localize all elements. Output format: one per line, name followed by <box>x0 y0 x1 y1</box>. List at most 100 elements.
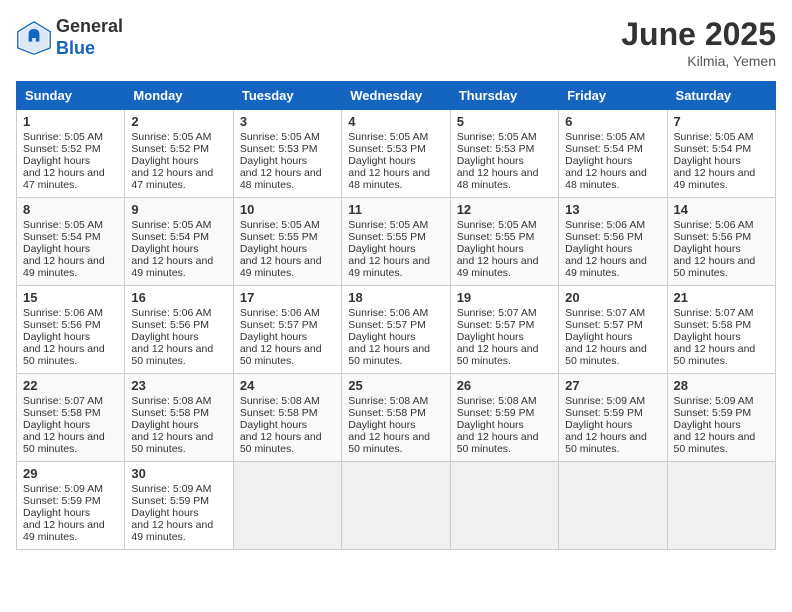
sunrise-text: Sunrise: 5:05 AM <box>240 219 320 231</box>
sunset-text: Sunset: 5:58 PM <box>674 319 752 331</box>
daylight-label: Daylight hours <box>131 507 198 519</box>
table-row: 20 Sunrise: 5:07 AM Sunset: 5:57 PM Dayl… <box>559 286 667 374</box>
day-number: 1 <box>23 114 118 129</box>
sunrise-text: Sunrise: 5:06 AM <box>348 307 428 319</box>
sunset-text: Sunset: 5:52 PM <box>131 143 209 155</box>
daylight-label: Daylight hours <box>348 243 415 255</box>
daylight-duration: and 12 hours and 50 minutes. <box>674 255 756 279</box>
calendar-week-row: 1 Sunrise: 5:05 AM Sunset: 5:52 PM Dayli… <box>17 110 776 198</box>
daylight-duration: and 12 hours and 49 minutes. <box>240 255 322 279</box>
sunrise-text: Sunrise: 5:06 AM <box>23 307 103 319</box>
daylight-duration: and 12 hours and 50 minutes. <box>131 431 213 455</box>
col-sunday: Sunday <box>17 82 125 110</box>
day-number: 15 <box>23 290 118 305</box>
sunset-text: Sunset: 5:56 PM <box>565 231 643 243</box>
table-row: 24 Sunrise: 5:08 AM Sunset: 5:58 PM Dayl… <box>233 374 341 462</box>
daylight-label: Daylight hours <box>674 155 741 167</box>
daylight-duration: and 12 hours and 48 minutes. <box>348 167 430 191</box>
table-row: 15 Sunrise: 5:06 AM Sunset: 5:56 PM Dayl… <box>17 286 125 374</box>
table-row: 12 Sunrise: 5:05 AM Sunset: 5:55 PM Dayl… <box>450 198 558 286</box>
month-year-title: June 2025 <box>621 16 776 53</box>
sunset-text: Sunset: 5:59 PM <box>23 495 101 507</box>
daylight-duration: and 12 hours and 48 minutes. <box>565 167 647 191</box>
table-row: 29 Sunrise: 5:09 AM Sunset: 5:59 PM Dayl… <box>17 462 125 550</box>
table-row: 30 Sunrise: 5:09 AM Sunset: 5:59 PM Dayl… <box>125 462 233 550</box>
daylight-duration: and 12 hours and 50 minutes. <box>348 431 430 455</box>
daylight-label: Daylight hours <box>348 331 415 343</box>
daylight-duration: and 12 hours and 50 minutes. <box>131 343 213 367</box>
daylight-duration: and 12 hours and 50 minutes. <box>565 343 647 367</box>
daylight-label: Daylight hours <box>457 331 524 343</box>
daylight-duration: and 12 hours and 49 minutes. <box>457 255 539 279</box>
logo: General Blue <box>16 16 123 59</box>
sunset-text: Sunset: 5:56 PM <box>674 231 752 243</box>
table-row <box>667 462 775 550</box>
sunrise-text: Sunrise: 5:08 AM <box>131 395 211 407</box>
sunset-text: Sunset: 5:55 PM <box>240 231 318 243</box>
col-wednesday: Wednesday <box>342 82 450 110</box>
daylight-label: Daylight hours <box>674 243 741 255</box>
sunrise-text: Sunrise: 5:05 AM <box>23 219 103 231</box>
sunset-text: Sunset: 5:58 PM <box>131 407 209 419</box>
daylight-label: Daylight hours <box>131 155 198 167</box>
daylight-duration: and 12 hours and 50 minutes. <box>565 431 647 455</box>
table-row: 21 Sunrise: 5:07 AM Sunset: 5:58 PM Dayl… <box>667 286 775 374</box>
day-number: 12 <box>457 202 552 217</box>
logo-blue-text: Blue <box>56 38 95 58</box>
day-number: 16 <box>131 290 226 305</box>
sunrise-text: Sunrise: 5:09 AM <box>131 483 211 495</box>
sunset-text: Sunset: 5:54 PM <box>674 143 752 155</box>
table-row: 13 Sunrise: 5:06 AM Sunset: 5:56 PM Dayl… <box>559 198 667 286</box>
daylight-label: Daylight hours <box>674 331 741 343</box>
sunrise-text: Sunrise: 5:06 AM <box>240 307 320 319</box>
daylight-label: Daylight hours <box>23 507 90 519</box>
day-number: 25 <box>348 378 443 393</box>
table-row: 23 Sunrise: 5:08 AM Sunset: 5:58 PM Dayl… <box>125 374 233 462</box>
table-row: 22 Sunrise: 5:07 AM Sunset: 5:58 PM Dayl… <box>17 374 125 462</box>
daylight-duration: and 12 hours and 50 minutes. <box>240 431 322 455</box>
sunrise-text: Sunrise: 5:05 AM <box>348 131 428 143</box>
daylight-duration: and 12 hours and 50 minutes. <box>23 343 105 367</box>
table-row: 3 Sunrise: 5:05 AM Sunset: 5:53 PM Dayli… <box>233 110 341 198</box>
sunset-text: Sunset: 5:57 PM <box>348 319 426 331</box>
day-number: 14 <box>674 202 769 217</box>
daylight-label: Daylight hours <box>565 419 632 431</box>
table-row: 5 Sunrise: 5:05 AM Sunset: 5:53 PM Dayli… <box>450 110 558 198</box>
sunrise-text: Sunrise: 5:05 AM <box>565 131 645 143</box>
calendar-week-row: 15 Sunrise: 5:06 AM Sunset: 5:56 PM Dayl… <box>17 286 776 374</box>
daylight-duration: and 12 hours and 49 minutes. <box>565 255 647 279</box>
daylight-label: Daylight hours <box>348 419 415 431</box>
table-row: 17 Sunrise: 5:06 AM Sunset: 5:57 PM Dayl… <box>233 286 341 374</box>
table-row: 7 Sunrise: 5:05 AM Sunset: 5:54 PM Dayli… <box>667 110 775 198</box>
col-tuesday: Tuesday <box>233 82 341 110</box>
table-row: 28 Sunrise: 5:09 AM Sunset: 5:59 PM Dayl… <box>667 374 775 462</box>
page-header: General Blue June 2025 Kilmia, Yemen <box>16 16 776 69</box>
sunset-text: Sunset: 5:55 PM <box>457 231 535 243</box>
daylight-duration: and 12 hours and 50 minutes. <box>457 431 539 455</box>
day-number: 29 <box>23 466 118 481</box>
sunrise-text: Sunrise: 5:09 AM <box>23 483 103 495</box>
daylight-duration: and 12 hours and 48 minutes. <box>240 167 322 191</box>
daylight-duration: and 12 hours and 50 minutes. <box>240 343 322 367</box>
sunrise-text: Sunrise: 5:05 AM <box>131 219 211 231</box>
daylight-label: Daylight hours <box>240 243 307 255</box>
sunset-text: Sunset: 5:58 PM <box>23 407 101 419</box>
sunset-text: Sunset: 5:57 PM <box>565 319 643 331</box>
sunset-text: Sunset: 5:56 PM <box>131 319 209 331</box>
daylight-label: Daylight hours <box>457 419 524 431</box>
table-row <box>559 462 667 550</box>
day-number: 10 <box>240 202 335 217</box>
sunset-text: Sunset: 5:53 PM <box>240 143 318 155</box>
day-number: 2 <box>131 114 226 129</box>
sunset-text: Sunset: 5:53 PM <box>457 143 535 155</box>
daylight-label: Daylight hours <box>457 243 524 255</box>
daylight-duration: and 12 hours and 48 minutes. <box>457 167 539 191</box>
daylight-label: Daylight hours <box>674 419 741 431</box>
col-friday: Friday <box>559 82 667 110</box>
table-row <box>342 462 450 550</box>
table-row: 1 Sunrise: 5:05 AM Sunset: 5:52 PM Dayli… <box>17 110 125 198</box>
sunrise-text: Sunrise: 5:08 AM <box>240 395 320 407</box>
day-number: 13 <box>565 202 660 217</box>
day-number: 7 <box>674 114 769 129</box>
daylight-label: Daylight hours <box>23 419 90 431</box>
